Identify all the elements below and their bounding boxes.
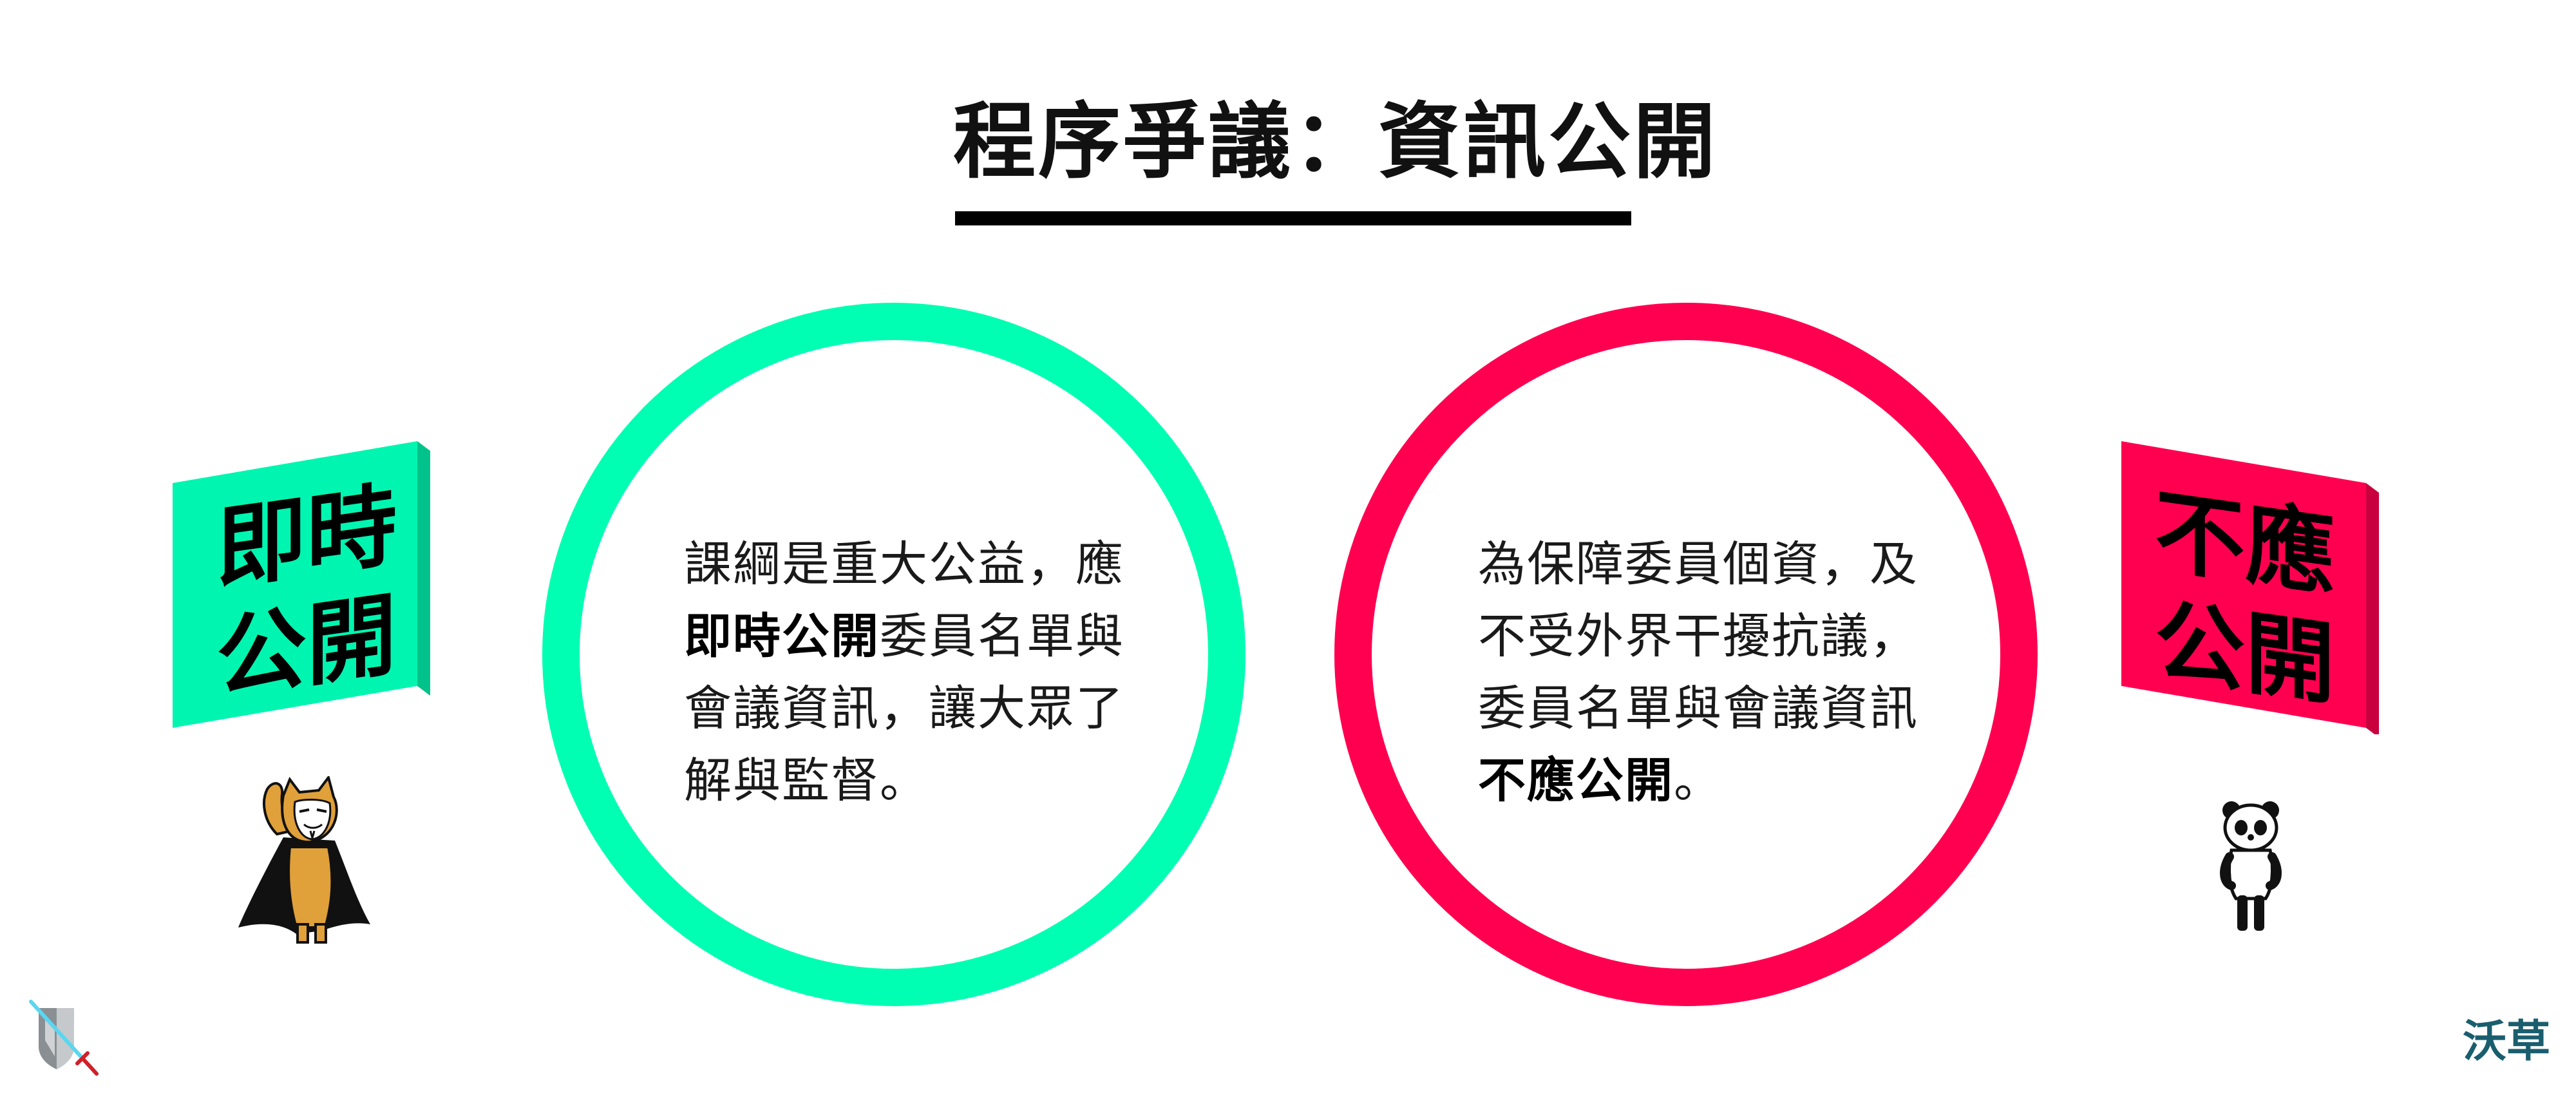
left-text-line: 解與監督。 [684,753,929,808]
title-underline [955,211,1631,225]
brand-logo-text: 沃草 [2462,1016,2550,1067]
left-sign: 即時 公開 [173,425,430,734]
left-emphasis: 即時公開 [684,609,880,664]
left-text-line: 會議資訊，讓大眾了 [684,681,1124,736]
right-text-line: 不應公開。 [1478,753,1723,808]
right-text-line: 委員名單與會議資訊 [1478,681,1918,736]
left-text-line: 即時公開委員名單與 [684,609,1124,664]
right-text-line: 不受外界干擾抗議， [1478,609,1918,664]
right-text-line: 為保障委員個資，及 [1478,537,1918,592]
left-circle-text: 課綱是重大公益，應 即時公開委員名單與 會議資訊，讓大眾了 解與監督。 [684,528,1124,817]
right-sign-text: 不應 公開 [2155,479,2336,719]
masked-cat-icon [238,774,374,950]
panda-icon [2215,799,2286,934]
left-sign-text: 即時 公開 [216,472,397,712]
right-emphasis: 不應公開 [1478,753,1674,808]
page-title: 程序爭議：資訊公開 [953,93,1719,190]
right-circle-text: 為保障委員個資，及 不受外界干擾抗議， 委員名單與會議資訊 不應公開。 [1478,528,1918,817]
right-sign: 不應 公開 [2121,425,2379,734]
left-text-line: 課綱是重大公益，應 [684,537,1124,592]
shield-sword-logo-icon [26,995,109,1079]
